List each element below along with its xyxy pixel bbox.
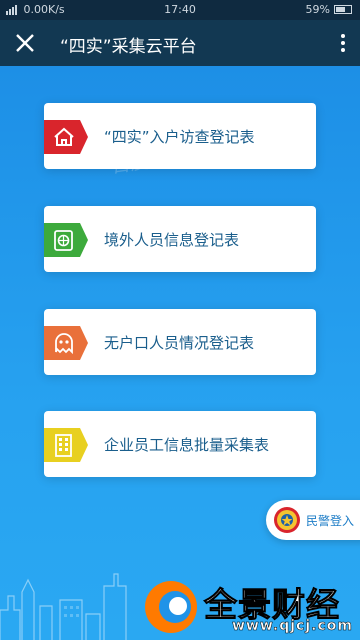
- building-icon: [44, 428, 88, 462]
- passport-icon: [44, 223, 88, 257]
- menu-card-employee-batch[interactable]: 企业员工信息批量采集表: [44, 411, 316, 477]
- menu-card-foreign-personnel[interactable]: 境外人员信息登记表: [44, 206, 316, 272]
- menu-label: “四实”入户访查登记表: [104, 128, 255, 146]
- battery-percent: 59%: [305, 3, 330, 16]
- more-options-icon[interactable]: [340, 33, 346, 53]
- police-login-label: 民警登入: [306, 514, 355, 528]
- title-bar: “四实”采集云平台: [0, 20, 360, 66]
- main-content: 百度经验 By Key9928 “四实”入户访查登记表 境外人员信息登记表: [0, 66, 360, 640]
- battery-icon: [334, 5, 352, 14]
- logo-swirl-icon: [145, 581, 197, 633]
- menu-card-household-visit[interactable]: “四实”入户访查登记表: [44, 103, 316, 169]
- ghost-icon: [44, 326, 88, 360]
- house-icon: [44, 120, 88, 154]
- page-title: “四实”采集云平台: [60, 37, 197, 57]
- menu-card-unregistered-persons[interactable]: 无户口人员情况登记表: [44, 309, 316, 375]
- menu-label: 企业员工信息批量采集表: [104, 436, 270, 454]
- menu-label: 境外人员信息登记表: [104, 231, 240, 249]
- police-badge-icon: [274, 507, 300, 533]
- menu-label: 无户口人员情况登记表: [104, 334, 255, 352]
- battery-status: 59%: [306, 3, 352, 16]
- status-bar: 0.00K/s 17:40 59%: [0, 0, 360, 20]
- overlay-logo: 全景财经 www.qjcj.com: [128, 574, 360, 640]
- close-icon[interactable]: [14, 32, 36, 54]
- police-login-button[interactable]: 民警登入: [266, 500, 360, 540]
- logo-url: www.qjcj.com: [232, 618, 353, 635]
